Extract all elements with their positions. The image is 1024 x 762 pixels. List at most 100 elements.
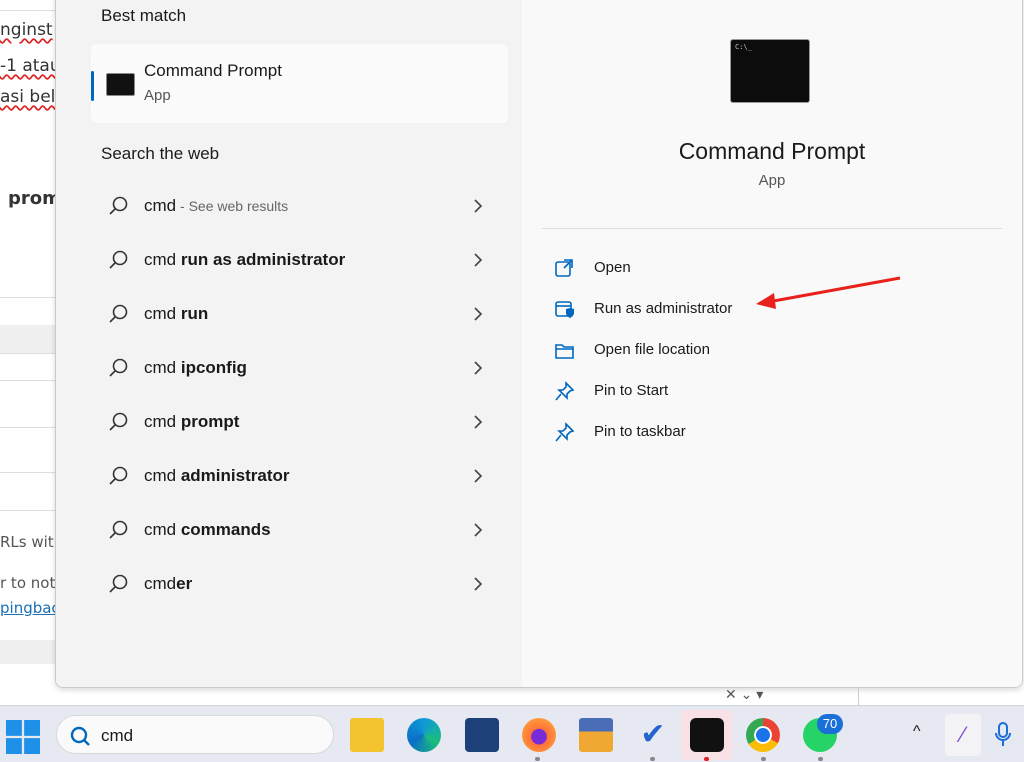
chevron-right-icon bbox=[474, 577, 483, 591]
action-label: Run as administrator bbox=[594, 300, 733, 317]
web-result-item[interactable]: cmd run as administrator bbox=[101, 240, 501, 280]
selection-indicator bbox=[91, 71, 94, 101]
best-match-item[interactable]: Command Prompt App bbox=[91, 44, 508, 123]
file-explorer-icon[interactable] bbox=[350, 718, 384, 752]
taskbar-search-box[interactable]: cmd bbox=[56, 715, 334, 754]
search-icon bbox=[109, 304, 128, 323]
action-label: Open bbox=[594, 259, 631, 276]
web-result-label: cmd - See web results bbox=[144, 196, 288, 216]
web-result-item[interactable]: cmd run bbox=[101, 294, 501, 334]
windows-start-icon[interactable] bbox=[6, 720, 40, 754]
query-prefix: cmd bbox=[144, 466, 181, 485]
detail-subtitle: App bbox=[758, 172, 786, 189]
command-prompt-large-icon: C:\_ bbox=[730, 39, 810, 103]
web-result-label: cmd commands bbox=[144, 520, 271, 540]
chevron-right-icon bbox=[474, 199, 483, 213]
chevron-right-icon bbox=[474, 469, 483, 483]
pingback-link[interactable]: pingbac bbox=[0, 599, 60, 617]
web-result-label: cmd run as administrator bbox=[144, 250, 345, 270]
query-suggestion: ipconfig bbox=[180, 358, 247, 377]
show-hidden-icons-chevron-icon[interactable]: ^ bbox=[913, 723, 921, 741]
divider bbox=[542, 228, 1002, 229]
edge-icon[interactable] bbox=[407, 718, 441, 752]
page-text: -1 atau bbox=[0, 56, 61, 76]
query-prefix: cmd bbox=[144, 412, 181, 431]
start-menu-search-panel: Best match Command Prompt App Search the… bbox=[55, 0, 1023, 688]
taskbar: cmd ✔ 70 ^ ⁄ bbox=[0, 705, 1024, 762]
action-label: Open file location bbox=[594, 341, 710, 358]
search-icon bbox=[109, 196, 128, 215]
best-match-title: Command Prompt bbox=[144, 61, 282, 80]
page-nav-arrows[interactable]: ✕ ⌄ ▾ bbox=[725, 686, 763, 703]
action-open-file-location[interactable]: Open file location bbox=[552, 335, 852, 365]
results-pane: Best match Command Prompt App Search the… bbox=[56, 0, 522, 687]
chevron-right-icon bbox=[474, 307, 483, 321]
page-heading: prom bbox=[8, 188, 61, 209]
best-match-heading: Best match bbox=[101, 6, 187, 25]
query-prefix: cmd bbox=[144, 574, 177, 593]
query-prefix: cmd bbox=[144, 196, 177, 215]
page-text-fragment: -1 atau bbox=[0, 56, 61, 76]
query-suggestion: administrator bbox=[180, 466, 290, 485]
medal-app-icon[interactable] bbox=[579, 718, 613, 752]
chrome-icon[interactable] bbox=[746, 718, 780, 752]
background-web-page: nginst -1 atau asi bel prom RLs with r t… bbox=[0, 0, 64, 705]
page-text: RLs with bbox=[0, 533, 64, 551]
search-icon bbox=[109, 250, 128, 269]
action-pin-to-start[interactable]: Pin to Start bbox=[552, 376, 852, 406]
open-external-icon bbox=[555, 259, 573, 277]
query-suggestion: prompt bbox=[180, 412, 240, 431]
web-result-item[interactable]: cmd - See web results bbox=[101, 186, 501, 226]
microphone-icon[interactable] bbox=[995, 722, 1011, 748]
query-prefix: cmd bbox=[144, 520, 181, 539]
best-match-subtitle: App bbox=[144, 87, 171, 104]
page-text: nginst bbox=[0, 20, 53, 40]
notification-badge: 70 bbox=[817, 714, 843, 734]
chevron-right-icon bbox=[474, 361, 483, 375]
search-icon bbox=[109, 466, 128, 485]
page-text: asi bel bbox=[0, 87, 56, 107]
detail-pane: C:\_ Command Prompt App Open Run as admin… bbox=[522, 0, 1022, 687]
icon-text: C:\_ bbox=[735, 43, 752, 51]
search-web-heading: Search the web bbox=[101, 144, 220, 163]
query-suggestion: run as administrator bbox=[180, 250, 346, 269]
search-icon bbox=[109, 574, 128, 593]
search-icon bbox=[109, 358, 128, 377]
action-pin-to-taskbar[interactable]: Pin to taskbar bbox=[552, 417, 852, 447]
web-result-item[interactable]: cmd commands bbox=[101, 510, 501, 550]
webex-icon[interactable] bbox=[690, 718, 724, 752]
pen-icon[interactable]: ⁄ bbox=[945, 714, 981, 756]
firefox-icon[interactable] bbox=[522, 718, 556, 752]
folder-icon bbox=[555, 344, 574, 359]
todo-icon[interactable]: ✔ bbox=[636, 718, 670, 752]
chevron-right-icon bbox=[474, 523, 483, 537]
query-prefix: cmd bbox=[144, 250, 181, 269]
web-result-label: cmd prompt bbox=[144, 412, 239, 432]
search-icon bbox=[109, 412, 128, 431]
web-result-label: cmder bbox=[144, 574, 192, 594]
detail-title: Command Prompt bbox=[678, 138, 866, 164]
chevron-right-icon bbox=[474, 415, 483, 429]
chevron-right-icon bbox=[474, 253, 483, 267]
web-result-item[interactable]: cmd ipconfig bbox=[101, 348, 501, 388]
command-prompt-icon bbox=[106, 73, 135, 96]
pin-icon bbox=[555, 381, 575, 401]
web-result-item[interactable]: cmder bbox=[101, 564, 501, 604]
web-result-label: cmd ipconfig bbox=[144, 358, 247, 378]
query-suffix: - See web results bbox=[176, 198, 289, 214]
query-suggestion: run bbox=[180, 304, 209, 323]
search-icon bbox=[70, 726, 90, 746]
red-arrow-annotation bbox=[756, 276, 901, 309]
web-result-label: cmd administrator bbox=[144, 466, 289, 486]
web-result-item[interactable]: cmd administrator bbox=[101, 456, 501, 496]
microsoft-store-icon[interactable] bbox=[465, 718, 499, 752]
web-result-item[interactable]: cmd prompt bbox=[101, 402, 501, 442]
shield-window-icon bbox=[555, 301, 574, 318]
query-prefix: cmd bbox=[144, 304, 181, 323]
search-icon bbox=[109, 520, 128, 539]
query-prefix: cmd bbox=[144, 358, 181, 377]
query-suggestion: er bbox=[176, 574, 193, 593]
action-label: Pin to Start bbox=[594, 382, 669, 399]
pin-icon bbox=[555, 422, 575, 442]
search-input[interactable]: cmd bbox=[101, 726, 133, 746]
